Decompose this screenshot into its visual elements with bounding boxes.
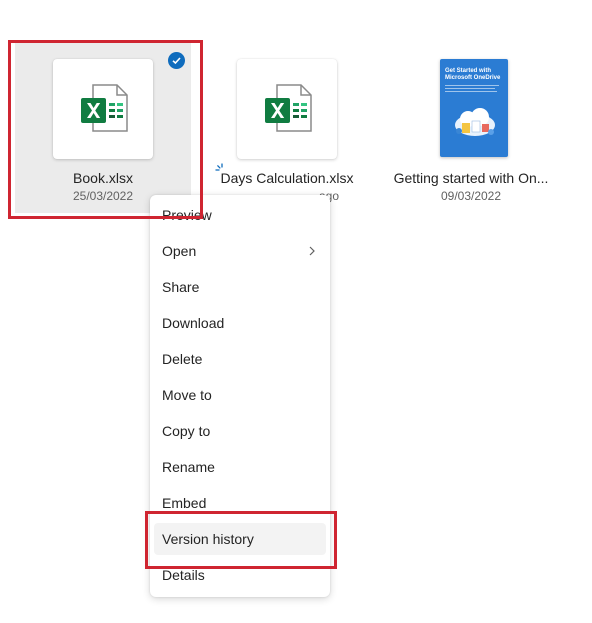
file-thumbnail[interactable]: Get Started with Microsoft OneDrive bbox=[421, 59, 521, 159]
excel-file-icon bbox=[265, 84, 312, 132]
menu-item-preview[interactable]: Preview bbox=[154, 199, 326, 231]
file-name: Days Calculation.xlsx bbox=[220, 170, 354, 186]
file-thumbnail[interactable] bbox=[53, 59, 153, 159]
menu-item-embed[interactable]: Embed bbox=[154, 487, 326, 519]
selected-check-icon[interactable] bbox=[168, 52, 185, 69]
menu-item-share[interactable]: Share bbox=[154, 271, 326, 303]
file-tile-days-calculation[interactable]: Days Calculation.xlsx ago bbox=[199, 43, 375, 213]
file-name: Getting started with On... bbox=[393, 170, 549, 186]
context-menu: Preview Open Share Download Delete Move … bbox=[150, 195, 330, 597]
thumbnail-text-lines bbox=[445, 85, 499, 94]
onedrive-document-thumbnail: Get Started with Microsoft OneDrive bbox=[440, 59, 508, 157]
menu-item-copy-to[interactable]: Copy to bbox=[154, 415, 326, 447]
thumbnail-title: Get Started with Microsoft OneDrive bbox=[445, 68, 501, 81]
file-date: 09/03/2022 bbox=[440, 189, 502, 203]
file-browser: Book.xlsx 25/03/2022 Days Calculation.xl… bbox=[0, 0, 592, 623]
file-tile-book[interactable]: Book.xlsx 25/03/2022 bbox=[15, 43, 191, 213]
file-thumbnail[interactable] bbox=[237, 59, 337, 159]
file-tile-getting-started[interactable]: Get Started with Microsoft OneDrive Gett… bbox=[383, 43, 559, 213]
excel-file-icon bbox=[81, 84, 128, 132]
menu-item-details[interactable]: Details bbox=[154, 559, 326, 591]
file-name: Book.xlsx bbox=[73, 170, 133, 186]
menu-item-move-to[interactable]: Move to bbox=[154, 379, 326, 411]
chevron-right-icon bbox=[309, 246, 315, 256]
cloud-illustration-icon bbox=[455, 108, 495, 136]
menu-item-download[interactable]: Download bbox=[154, 307, 326, 339]
menu-item-version-history[interactable]: Version history bbox=[154, 523, 326, 555]
menu-item-open[interactable]: Open bbox=[154, 235, 326, 267]
menu-item-rename[interactable]: Rename bbox=[154, 451, 326, 483]
menu-item-label: Open bbox=[162, 243, 197, 259]
menu-item-delete[interactable]: Delete bbox=[154, 343, 326, 375]
